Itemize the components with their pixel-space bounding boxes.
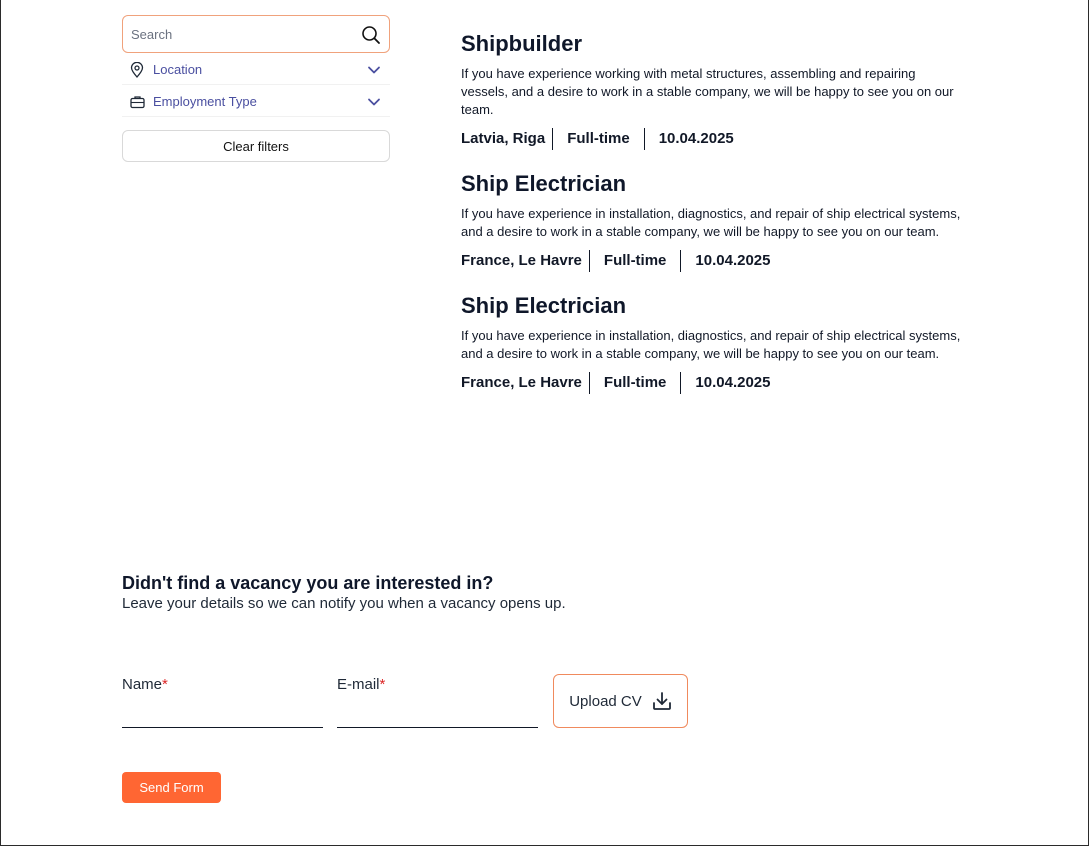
name-label: Name* — [122, 676, 168, 693]
chevron-down-icon[interactable] — [366, 94, 382, 110]
vacancy-location: France, Le Havre — [461, 374, 582, 391]
vacancy-notify-section: Didn't find a vacancy you are interested… — [122, 572, 566, 612]
vacancy-location: France, Le Havre — [461, 252, 582, 269]
vacancy-title[interactable]: Ship Electrician — [461, 171, 971, 197]
vacancy-card[interactable]: Ship Electrician If you have experience … — [461, 171, 971, 272]
email-label: E-mail* — [337, 676, 386, 693]
employment-type-filter[interactable]: Employment Type — [122, 87, 390, 117]
briefcase-icon — [130, 94, 146, 110]
vacancy-date: 10.04.2025 — [680, 372, 784, 394]
vacancy-date: 10.04.2025 — [643, 128, 748, 150]
vacancy-employment-type: Full-time — [552, 128, 644, 150]
search-input[interactable] — [131, 26, 351, 42]
email-input[interactable] — [337, 702, 538, 728]
employment-type-filter-label: Employment Type — [153, 94, 257, 109]
vacancy-card[interactable]: Shipbuilder If you have experience worki… — [461, 31, 971, 150]
vacancy-meta: France, Le Havre Full-time 10.04.2025 — [461, 372, 971, 394]
email-field: E-mail* — [337, 676, 538, 728]
location-filter-label: Location — [153, 62, 203, 77]
vacancy-card[interactable]: Ship Electrician If you have experience … — [461, 293, 971, 394]
vacancy-title[interactable]: Shipbuilder — [461, 31, 971, 57]
chevron-down-icon[interactable] — [366, 62, 382, 78]
upload-cv-button[interactable]: Upload CV — [553, 674, 688, 728]
vacancy-employment-type: Full-time — [588, 250, 681, 272]
vacancy-meta: France, Le Havre Full-time 10.04.2025 — [461, 250, 971, 272]
send-form-button[interactable]: Send Form — [122, 772, 221, 803]
vacancy-location: Latvia, Riga — [461, 130, 546, 147]
name-field: Name* — [122, 676, 323, 728]
upload-cv-label: Upload CV — [569, 692, 642, 710]
vacancy-employment-type: Full-time — [588, 372, 681, 394]
vacancy-description: If you have experience in installation, … — [461, 206, 961, 239]
location-pin-icon — [130, 61, 146, 78]
vacancy-list: Shipbuilder If you have experience worki… — [461, 31, 971, 415]
vacancy-description: If you have experience working with meta… — [461, 66, 954, 117]
required-mark: * — [162, 676, 168, 693]
vacancy-meta: Latvia, Riga Full-time 10.04.2025 — [461, 128, 971, 150]
vacancy-title[interactable]: Ship Electrician — [461, 293, 971, 319]
download-icon — [652, 692, 671, 710]
vacancy-date: 10.04.2025 — [680, 250, 784, 272]
cta-subtext: Leave your details so we can notify you … — [122, 595, 566, 612]
filters-sidebar: Location Employment Type Clear filters — [122, 15, 390, 162]
search-icon[interactable] — [361, 25, 381, 45]
required-mark: * — [379, 676, 386, 693]
clear-filters-button[interactable]: Clear filters — [122, 130, 390, 162]
search-box — [122, 15, 390, 53]
location-filter[interactable]: Location — [122, 55, 390, 85]
vacancy-description: If you have experience in installation, … — [461, 328, 961, 361]
cta-heading: Didn't find a vacancy you are interested… — [122, 573, 494, 593]
name-input[interactable] — [122, 702, 323, 728]
